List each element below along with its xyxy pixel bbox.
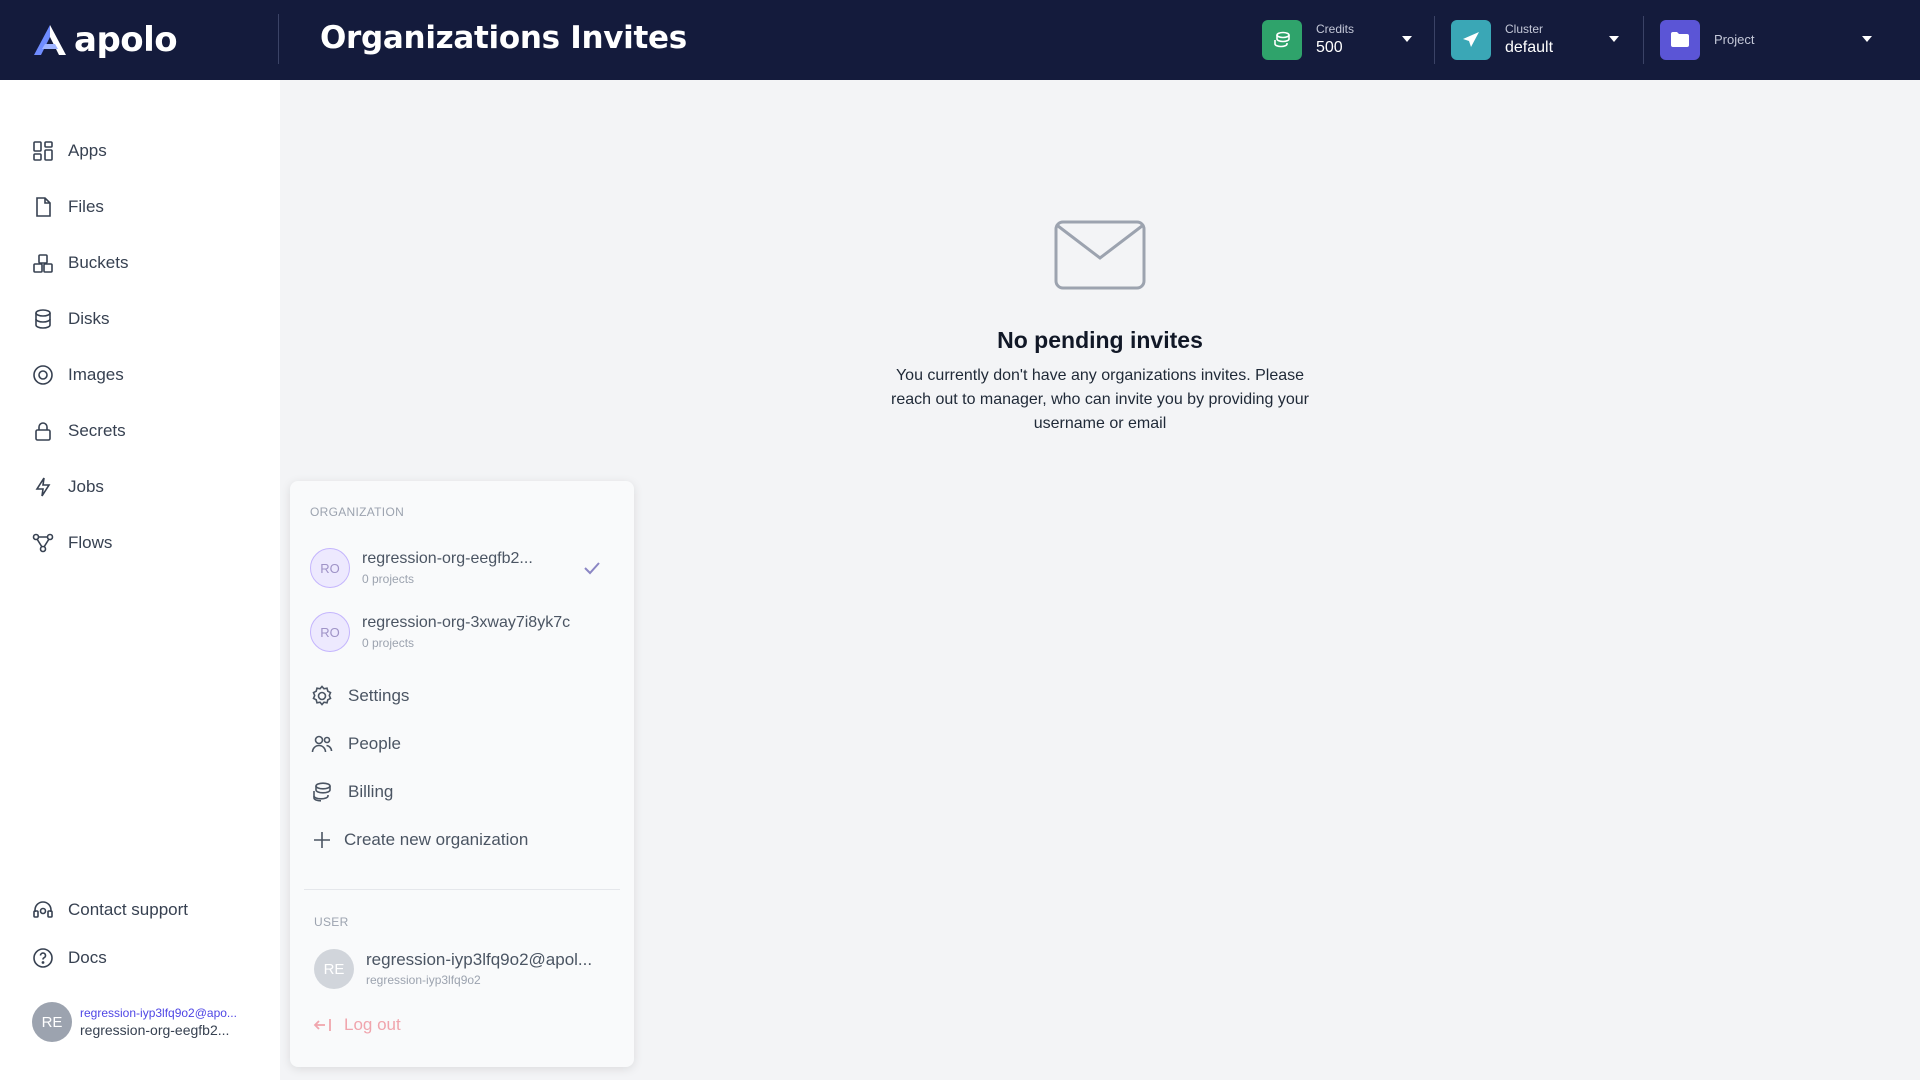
org-option[interactable]: RO regression-org-3xway7i8yk7c 0 project… [310, 609, 614, 655]
cluster-value: default [1505, 39, 1554, 56]
cluster-selector[interactable]: Cluster default [1451, 19, 1631, 61]
sidebar-item-label: Images [68, 365, 124, 384]
org-billing-menu-item[interactable]: Billing [310, 777, 393, 807]
billing-label: Billing [348, 782, 394, 801]
credits-label: Credits [1316, 22, 1355, 36]
sidebar-item-flows[interactable]: Flows [32, 528, 112, 558]
create-organization-button[interactable]: Create new organization [310, 825, 528, 855]
sidebar-item-buckets[interactable]: Buckets [32, 248, 128, 278]
avatar: RE [32, 1002, 72, 1042]
user-email: regression-iyp3lfq9o2@apo... [80, 1006, 237, 1020]
empty-state: No pending invites You currently don't h… [860, 220, 1340, 436]
sidebar-item-apps[interactable]: Apps [32, 136, 107, 166]
sidebar-item-label: Buckets [68, 253, 129, 272]
sidebar-item-label: Secrets [68, 421, 126, 440]
user-org: regression-org-eegfb2... [80, 1022, 230, 1038]
chevron-down-icon [1862, 36, 1872, 42]
sidebar-item-disks[interactable]: Disks [32, 304, 110, 334]
user-account-item[interactable]: RE regression-iyp3lfq9o2@apol... regress… [314, 946, 618, 992]
sidebar-item-jobs[interactable]: Jobs [32, 472, 104, 502]
topbar-separator [1434, 16, 1435, 64]
settings-label: Settings [348, 686, 410, 705]
bolt-icon [35, 477, 51, 497]
contact-support-label: Contact support [68, 900, 189, 919]
flows-icon [32, 533, 54, 553]
chevron-down-icon [1609, 36, 1619, 42]
apolo-logo-icon [34, 25, 66, 55]
user-section-label: USER [314, 915, 349, 929]
org-name: regression-org-3xway7i8yk7c [362, 614, 571, 631]
apps-icon [33, 141, 53, 161]
logout-button[interactable]: Log out [310, 1010, 401, 1040]
org-projects-count: 0 projects [362, 636, 415, 650]
apolo-logo[interactable]: apolo [32, 20, 178, 60]
project-selector[interactable]: Project [1660, 19, 1876, 61]
sidebar: Apps Files Buckets Disks Images Secrets … [0, 80, 280, 1080]
sidebar-item-label: Flows [68, 533, 113, 552]
plus-icon [314, 832, 330, 848]
people-label: People [348, 734, 401, 753]
empty-state-title: No pending invites [997, 327, 1203, 353]
file-icon [36, 197, 51, 217]
cluster-label: Cluster [1505, 22, 1544, 36]
people-icon [311, 735, 333, 753]
user-username: regression-iyp3lfq9o2 [366, 973, 481, 987]
sidebar-item-files[interactable]: Files [32, 192, 104, 222]
create-organization-label: Create new organization [344, 830, 529, 849]
check-icon [584, 562, 600, 575]
org-people-menu-item[interactable]: People [310, 729, 401, 759]
coins-icon [1262, 20, 1302, 60]
credits-value: 500 [1316, 39, 1343, 56]
page-title: Organizations Invites [320, 20, 687, 56]
sidebar-item-label: Files [68, 197, 104, 216]
user-name: regression-iyp3lfq9o2@apol... [366, 950, 593, 969]
org-option[interactable]: RO regression-org-eegfb2... 0 projects [310, 545, 614, 591]
org-name: regression-org-eegfb2... [362, 550, 533, 567]
envelope-icon [1054, 220, 1146, 290]
docs-label: Docs [68, 948, 107, 967]
top-bar: apolo Organizations Invites Credits 500 … [0, 0, 1920, 80]
image-icon [33, 365, 53, 385]
folder-icon [1660, 20, 1700, 60]
database-icon [35, 309, 51, 329]
contact-support-link[interactable]: Contact support [32, 895, 188, 925]
help-icon [33, 948, 53, 968]
project-label: Project [1714, 32, 1755, 47]
divider [304, 889, 620, 890]
logout-label: Log out [344, 1015, 401, 1034]
chevron-down-icon [1402, 36, 1412, 42]
sidebar-item-secrets[interactable]: Secrets [32, 416, 126, 446]
headset-icon [33, 901, 53, 918]
lock-icon [35, 422, 51, 441]
empty-state-description: You currently don't have any organizatio… [890, 367, 1310, 432]
credits-selector[interactable]: Credits 500 [1262, 19, 1422, 61]
sidebar-item-label: Jobs [68, 477, 104, 496]
topbar-divider [278, 14, 279, 64]
avatar: RE [314, 949, 354, 989]
gear-icon [312, 685, 332, 706]
org-projects-count: 0 projects [362, 572, 415, 586]
organization-section-label: ORGANIZATION [310, 505, 405, 519]
org-avatar: RO [310, 612, 350, 652]
buckets-icon [33, 254, 53, 273]
sidebar-item-images[interactable]: Images [32, 360, 124, 390]
logout-icon [313, 1019, 331, 1031]
send-icon [1451, 20, 1491, 60]
logo-text: apolo [74, 20, 178, 60]
billing-icon [313, 782, 331, 802]
topbar-separator [1643, 16, 1644, 64]
org-avatar: RO [310, 548, 350, 588]
user-profile[interactable]: RE regression-iyp3lfq9o2@apo... regressi… [32, 1002, 237, 1042]
sidebar-item-label: Apps [68, 141, 107, 160]
org-settings-menu-item[interactable]: Settings [310, 681, 409, 711]
sidebar-item-label: Disks [68, 309, 110, 328]
organization-menu: ORGANIZATION RO regression-org-eegfb2...… [290, 481, 634, 1067]
docs-link[interactable]: Docs [32, 943, 107, 973]
